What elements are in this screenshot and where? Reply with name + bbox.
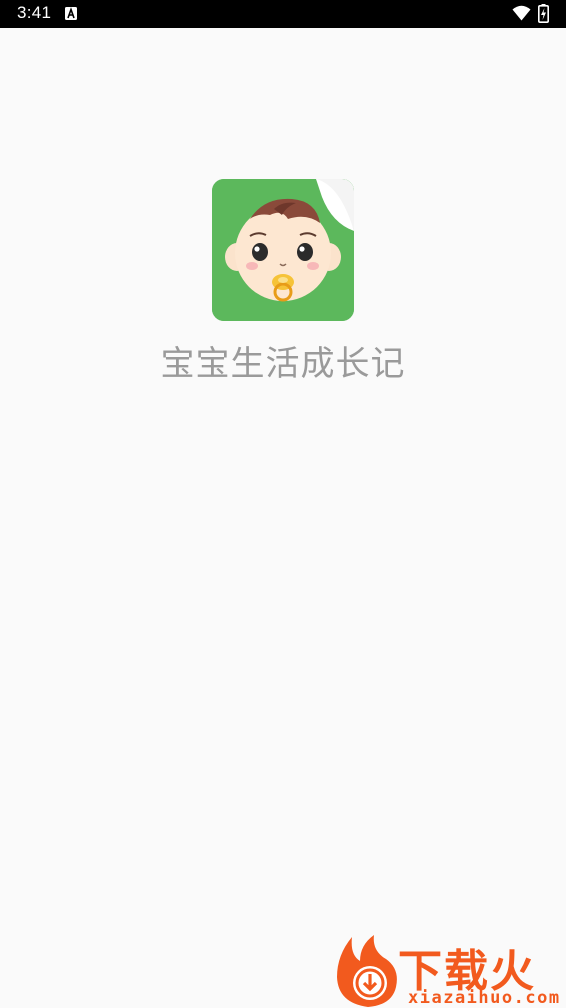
battery-charging-icon: [538, 4, 549, 23]
baby-face-icon: [212, 179, 354, 321]
app-name: 宝宝生活成长记: [160, 344, 406, 384]
wifi-icon: [512, 5, 531, 21]
flame-download-icon: [337, 935, 397, 1007]
status-time: 3:41: [17, 3, 52, 22]
a-icon: [65, 7, 77, 20]
status-bar: 3:41: [0, 0, 566, 28]
app-icon: [212, 179, 354, 321]
watermark: 下载火 xiazaihuo.com: [334, 933, 566, 1008]
watermark-domain: xiazaihuo.com: [408, 988, 561, 1008]
